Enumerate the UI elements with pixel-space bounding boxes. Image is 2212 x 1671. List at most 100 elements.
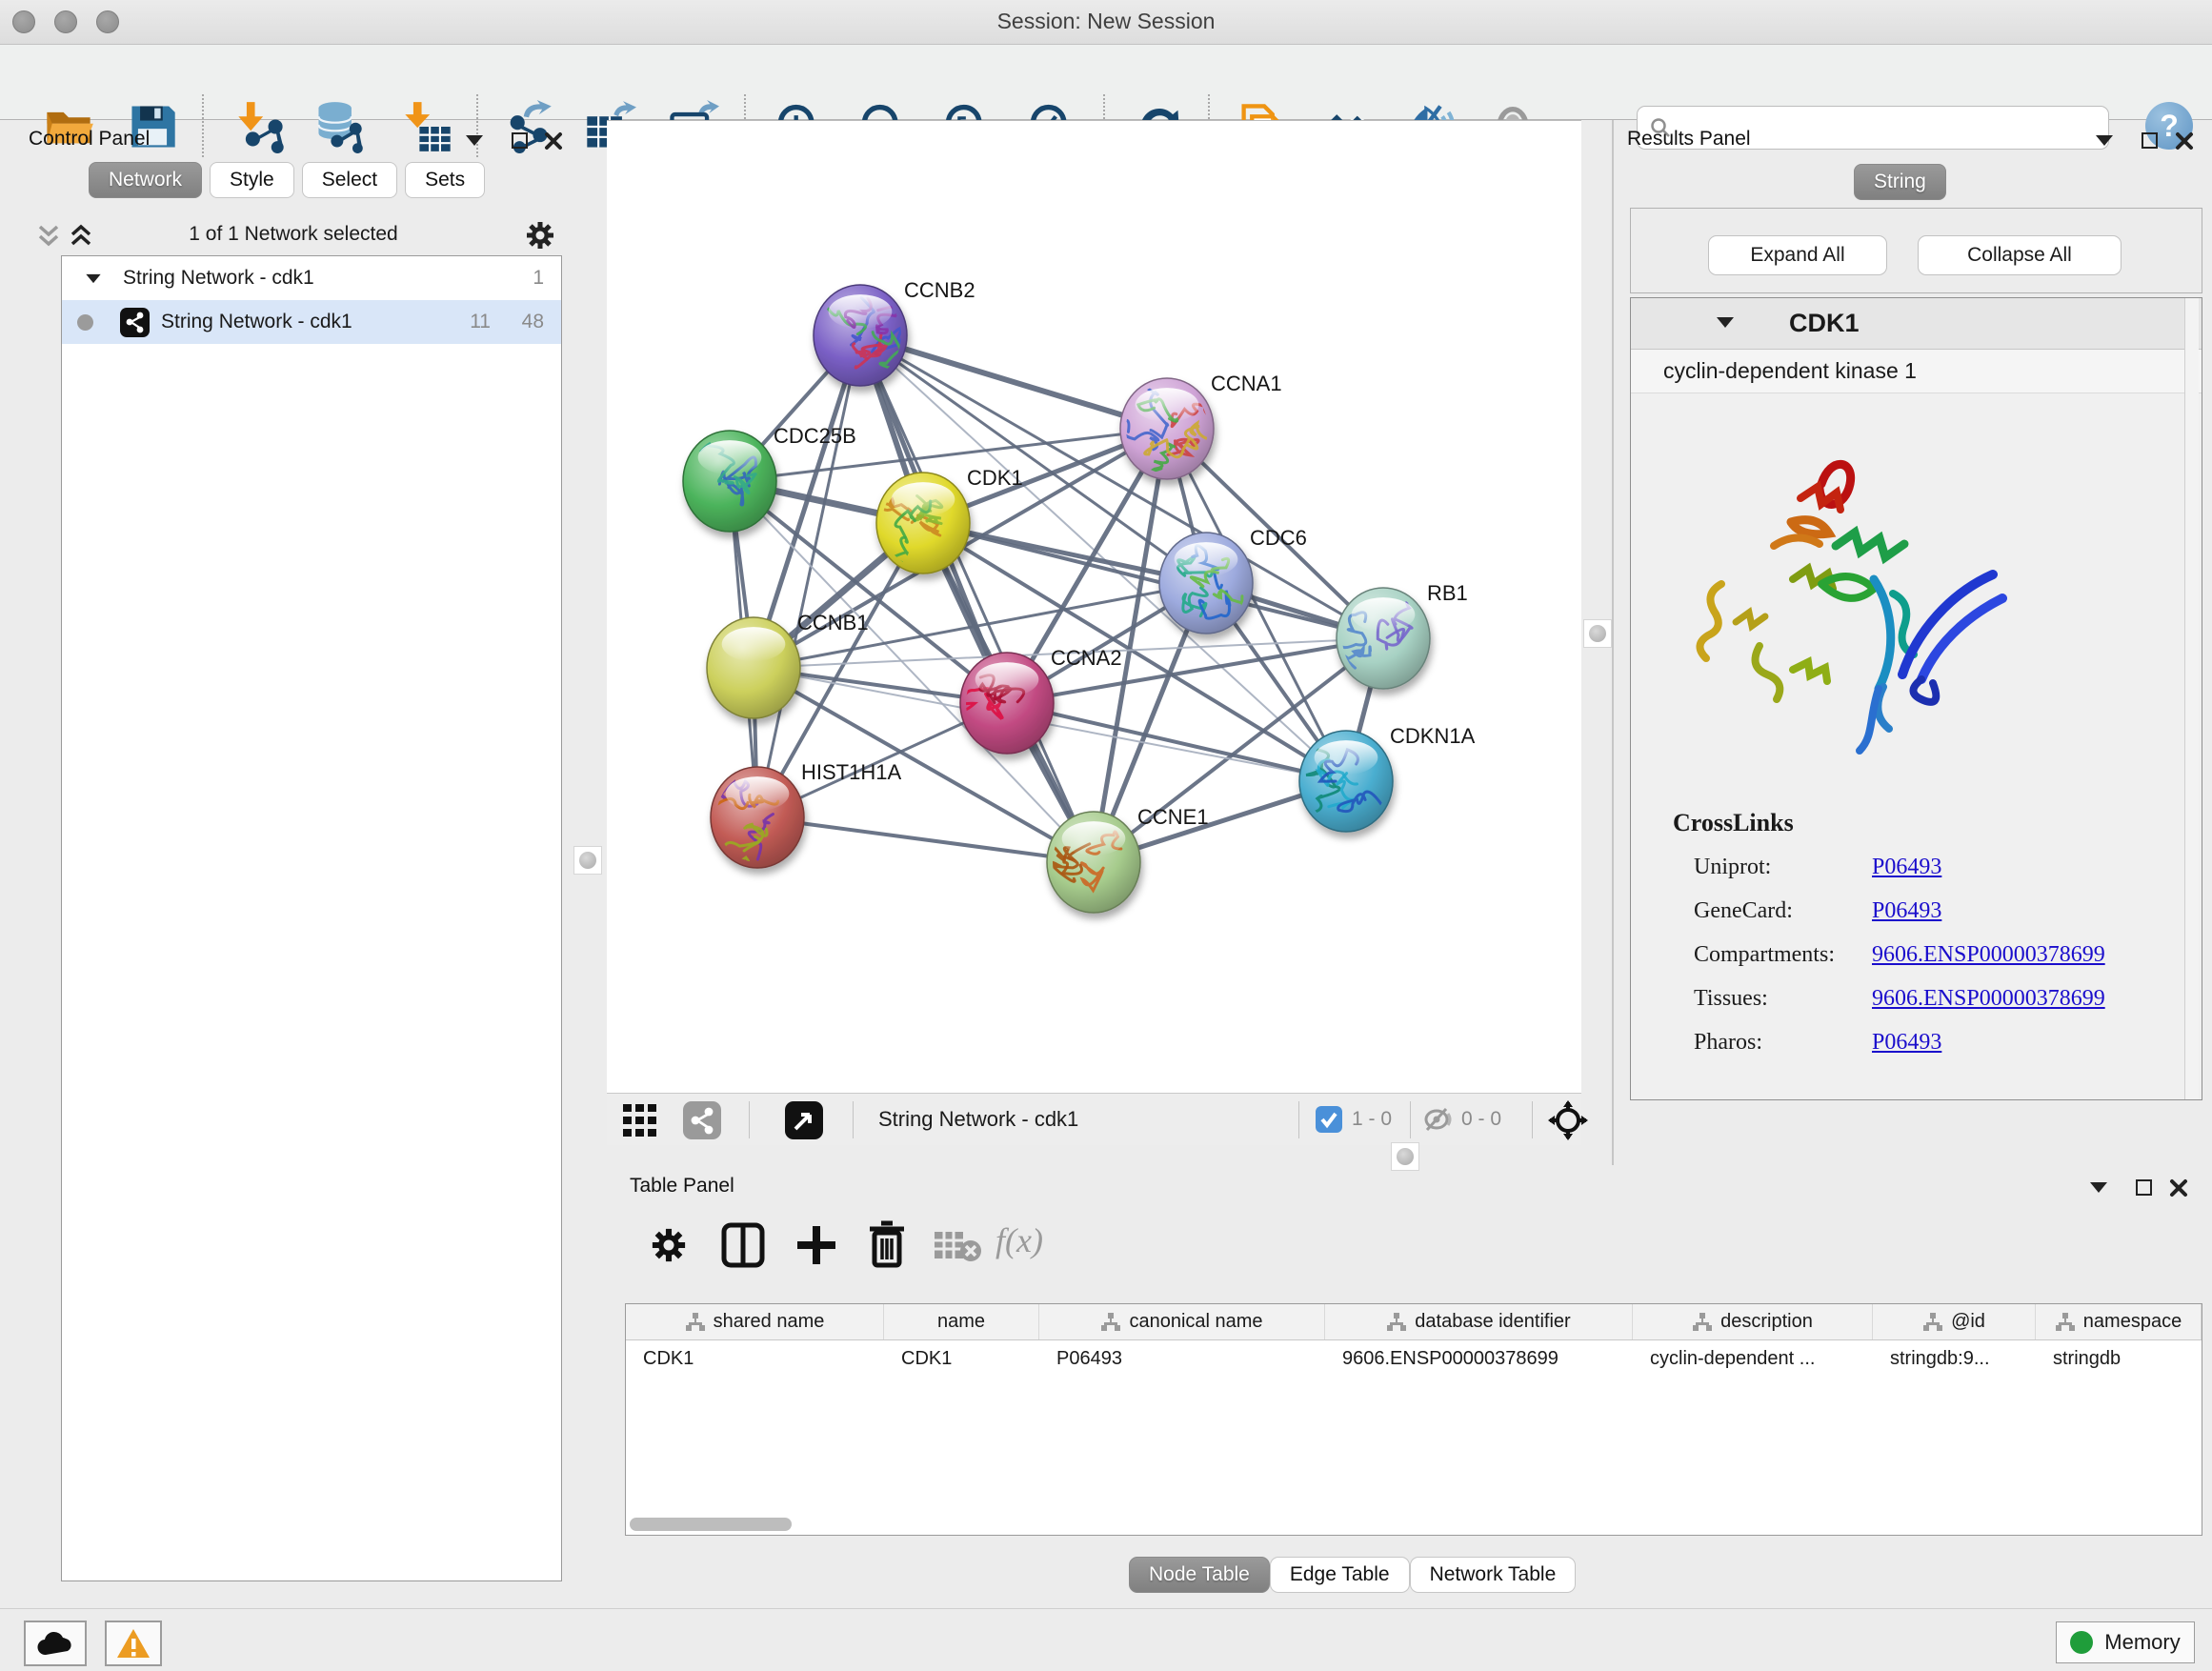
panel-menu-icon[interactable] (2090, 1182, 2107, 1193)
grid-view-icon[interactable] (623, 1104, 663, 1137)
edge-CDK1-RB1[interactable] (923, 523, 1383, 638)
expand-all-icon[interactable] (69, 221, 93, 250)
network-birdseye-icon[interactable] (683, 1101, 721, 1139)
collapse-all-button[interactable]: Collapse All (1918, 235, 2122, 275)
tab-edge-table[interactable]: Edge Table (1270, 1557, 1410, 1593)
results-scrollbar[interactable] (2184, 298, 2199, 1099)
cell-shared-name: CDK1 (626, 1340, 884, 1377)
column-header-namespace[interactable]: namespace (2036, 1304, 2202, 1339)
window-title: Session: New Session (0, 9, 2212, 34)
table-options-gear-icon[interactable] (648, 1224, 690, 1266)
node-label-CCNA1: CCNA1 (1211, 372, 1282, 395)
panel-float-icon[interactable] (2142, 132, 2158, 149)
node-RB1[interactable] (1337, 588, 1430, 689)
gene-collapse-icon[interactable] (1717, 317, 1734, 328)
network-tree: String Network - cdk1 1 String Network -… (61, 255, 562, 1581)
panel-close-icon[interactable] (543, 131, 564, 151)
column-header-shared-name[interactable]: shared name (626, 1304, 884, 1339)
panel-float-icon[interactable] (512, 132, 528, 149)
memory-button[interactable]: Memory (2056, 1621, 2195, 1663)
titlebar: Session: New Session (0, 0, 2212, 45)
network-graph[interactable]: CCNB2CCNA1CDC25BCDK1CDC6RB1CCNB1CCNA2CDK… (607, 121, 1581, 1094)
node-label-CCNE1: CCNE1 (1137, 805, 1209, 829)
node-CDK1[interactable] (876, 473, 970, 574)
network-row[interactable]: String Network - cdk1 11 48 (62, 300, 561, 344)
panel-menu-icon[interactable] (2096, 135, 2113, 146)
network-node-count: 11 (470, 311, 491, 333)
edge-HIST1H1A-CCNE1[interactable] (757, 817, 1094, 862)
edge-CCNB2-HIST1H1A[interactable] (757, 335, 860, 817)
node-CCNE1[interactable] (1047, 812, 1140, 913)
current-network-dot-icon (77, 314, 93, 331)
node-CCNB2[interactable] (807, 285, 907, 386)
cell-database-identifier: 9606.ENSP00000378699 (1325, 1340, 1633, 1377)
network-collection-row[interactable]: String Network - cdk1 1 (62, 256, 561, 300)
selected-checkbox-icon[interactable] (1316, 1106, 1342, 1133)
function-builder-icon[interactable]: f(x) (995, 1220, 1043, 1260)
tab-network-table[interactable]: Network Table (1410, 1557, 1577, 1593)
gene-header-row[interactable]: CDK1 (1631, 298, 2202, 350)
edge-CCNB2-CCNA1[interactable] (860, 335, 1167, 429)
panel-close-icon[interactable] (2168, 1178, 2189, 1198)
tab-network[interactable]: Network (89, 162, 202, 198)
tab-string[interactable]: String (1854, 164, 1946, 200)
crosslink-pharos-link[interactable]: P06493 (1872, 1030, 1941, 1056)
gene-details-box: CDK1 cyclin-dependent kinase 1 (1630, 297, 2202, 1100)
crosslink-label: Compartments: (1694, 942, 1835, 968)
table-row[interactable]: CDK1CDK1P064939606.ENSP00000378699cyclin… (626, 1340, 2202, 1377)
tab-style[interactable]: Style (210, 162, 294, 198)
options-gear-icon[interactable] (523, 218, 557, 252)
crosslink-uniprot-link[interactable]: P06493 (1872, 855, 1941, 880)
delete-column-icon[interactable] (866, 1220, 908, 1270)
tree-expand-icon[interactable] (86, 273, 100, 282)
node-label-CCNB2: CCNB2 (904, 278, 975, 302)
memory-label: Memory (2104, 1630, 2180, 1655)
panel-float-icon[interactable] (2136, 1179, 2152, 1196)
current-network-name: String Network - cdk1 (878, 1107, 1078, 1132)
tab-node-table[interactable]: Node Table (1129, 1557, 1270, 1593)
node-HIST1H1A[interactable] (691, 767, 804, 870)
network-canvas[interactable]: CCNB2CCNA1CDC25BCDK1CDC6RB1CCNB1CCNA2CDK… (607, 120, 1581, 1093)
open-in-window-icon[interactable] (785, 1101, 823, 1139)
collapse-all-icon[interactable] (36, 221, 61, 250)
collection-count: 1 (533, 267, 544, 290)
add-column-icon[interactable] (794, 1222, 839, 1268)
panel-close-icon[interactable] (2174, 131, 2195, 151)
fit-selected-crosshair-icon[interactable] (1548, 1100, 1588, 1140)
tab-select[interactable]: Select (302, 162, 397, 198)
results-panel: Results Panel String Expand All Collapse… (1612, 120, 2212, 1165)
table-horizontal-scrollbar[interactable] (630, 1518, 792, 1531)
node-CCNA1[interactable] (1120, 378, 1216, 479)
column-header-description[interactable]: description (1633, 1304, 1873, 1339)
node-CDKN1A[interactable] (1278, 731, 1393, 832)
delete-table-icon[interactable] (933, 1228, 982, 1262)
hidden-eye-icon[interactable] (1422, 1106, 1455, 1133)
edge-CCNA2-CDKN1A[interactable] (1007, 703, 1346, 781)
tab-sets[interactable]: Sets (405, 162, 485, 198)
attribute-type-icon (1692, 1313, 1713, 1332)
show-columns-icon[interactable] (721, 1222, 765, 1268)
control-panel-title: Control Panel (29, 128, 150, 151)
node-CCNB1[interactable] (707, 617, 800, 718)
crosslink-tissues-link[interactable]: 9606.ENSP00000378699 (1872, 986, 2105, 1012)
column-header-canonical-name[interactable]: canonical name (1039, 1304, 1325, 1339)
panel-menu-icon[interactable] (466, 135, 483, 146)
node-CDC25B[interactable] (683, 431, 776, 532)
attribute-type-icon (1100, 1313, 1121, 1332)
selected-node-edge-count: 1 - 0 (1352, 1108, 1392, 1131)
column-header-@id[interactable]: @id (1873, 1304, 2036, 1339)
column-header-database-identifier[interactable]: database identifier (1325, 1304, 1633, 1339)
left-splitter-handle[interactable] (573, 846, 602, 875)
crosslink-label: Uniprot: (1694, 855, 1771, 880)
node-label-CDK1: CDK1 (967, 466, 1023, 490)
node-CDC6[interactable] (1159, 533, 1253, 634)
warning-button[interactable] (105, 1621, 162, 1666)
crosslink-genecard-link[interactable]: P06493 (1872, 898, 1941, 924)
expand-all-button[interactable]: Expand All (1708, 235, 1887, 275)
table-header-row: shared namenamecanonical namedatabase id… (626, 1304, 2202, 1340)
status-bar: Memory (0, 1608, 2212, 1671)
column-header-name[interactable]: name (884, 1304, 1039, 1339)
right-splitter-handle[interactable] (1583, 619, 1612, 648)
cloud-button[interactable] (24, 1621, 87, 1666)
crosslink-compartments-link[interactable]: 9606.ENSP00000378699 (1872, 942, 2105, 968)
